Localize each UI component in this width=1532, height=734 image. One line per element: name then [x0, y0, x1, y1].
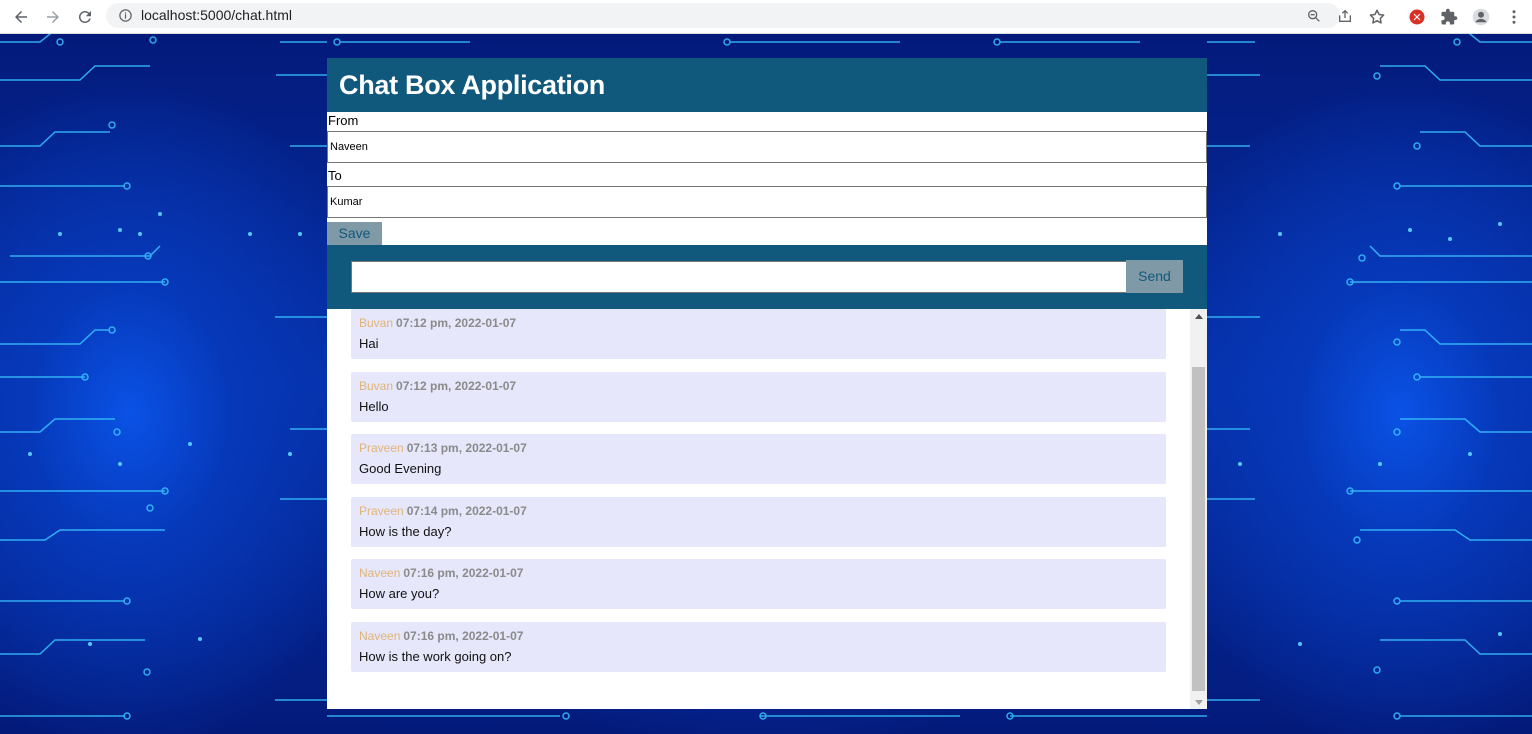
message-item: Praveen 07:13 pm, 2022-01-07 Good Evening	[351, 434, 1166, 484]
to-input[interactable]	[327, 186, 1207, 218]
message-text: How are you?	[359, 586, 440, 601]
message-item: Naveen 07:16 pm, 2022-01-07 How are you?	[351, 559, 1166, 609]
star-icon	[1369, 9, 1385, 24]
app-header: Chat Box Application	[327, 58, 1207, 112]
from-input[interactable]	[327, 131, 1207, 163]
app-title: Chat Box Application	[339, 69, 606, 100]
extensions-button[interactable]	[1437, 5, 1461, 29]
forward-button[interactable]	[40, 4, 66, 30]
message-time: 07:13 pm, 2022-01-07	[406, 441, 527, 455]
zoom-button[interactable]	[1304, 6, 1324, 26]
message-meta: Buvan 07:12 pm, 2022-01-07	[359, 379, 516, 393]
from-label: From	[328, 113, 359, 128]
chat-box-card: Chat Box Application From To Save Send B…	[327, 58, 1207, 709]
browser-toolbar: localhost:5000/chat.html	[0, 0, 1532, 34]
scroll-down-button[interactable]	[1190, 695, 1207, 709]
message-meta: Praveen 07:14 pm, 2022-01-07	[359, 504, 527, 518]
menu-button[interactable]	[1502, 5, 1526, 29]
info-icon[interactable]	[118, 8, 133, 23]
message-sender: Praveen	[359, 504, 404, 518]
message-item: Naveen 07:16 pm, 2022-01-07 How is the wo…	[351, 622, 1166, 672]
scroll-thumb[interactable]	[1192, 367, 1205, 691]
caret-down-icon	[1194, 699, 1203, 705]
message-meta: Buvan 07:12 pm, 2022-01-07	[359, 316, 516, 330]
back-button[interactable]	[8, 4, 34, 30]
scroll-up-button[interactable]	[1190, 309, 1207, 323]
extension-red-button[interactable]	[1405, 5, 1429, 29]
message-time: 07:16 pm, 2022-01-07	[403, 566, 524, 580]
avatar-icon	[1472, 8, 1490, 26]
bookmark-button[interactable]	[1365, 5, 1389, 29]
zoom-out-icon	[1308, 10, 1320, 22]
message-meta: Naveen 07:16 pm, 2022-01-07	[359, 566, 523, 580]
message-text: How is the work going on?	[359, 649, 512, 664]
arrow-right-icon	[47, 11, 59, 23]
message-meta: Praveen 07:13 pm, 2022-01-07	[359, 441, 527, 455]
caret-up-icon	[1194, 313, 1203, 319]
address-bar[interactable]: localhost:5000/chat.html	[106, 3, 1351, 28]
message-text: Hello	[359, 399, 389, 414]
send-button[interactable]: Send	[1126, 260, 1183, 293]
message-sender: Naveen	[359, 629, 401, 643]
message-sender: Buvan	[359, 379, 394, 393]
message-item: Praveen 07:14 pm, 2022-01-07 How is the d…	[351, 497, 1166, 547]
save-button[interactable]: Save	[327, 222, 382, 245]
message-input[interactable]	[351, 261, 1127, 293]
message-sender: Praveen	[359, 441, 404, 455]
puzzle-icon	[1441, 8, 1458, 25]
message-sender: Buvan	[359, 316, 394, 330]
profile-button[interactable]	[1469, 5, 1493, 29]
message-time: 07:14 pm, 2022-01-07	[406, 504, 527, 518]
share-icon	[1339, 9, 1351, 22]
to-label: To	[328, 168, 342, 183]
message-list[interactable]: Buvan 07:12 pm, 2022-01-07 Hai Buvan 07:12…	[327, 309, 1207, 709]
compose-bar: Send	[327, 245, 1207, 309]
message-sender: Naveen	[359, 566, 401, 580]
message-item: Buvan 07:12 pm, 2022-01-07 Hai	[351, 309, 1166, 359]
url-text: localhost:5000/chat.html	[141, 7, 292, 23]
message-time: 07:16 pm, 2022-01-07	[403, 629, 524, 643]
reload-icon	[78, 10, 91, 23]
message-time: 07:12 pm, 2022-01-07	[396, 316, 517, 330]
message-scrollbar[interactable]	[1190, 309, 1207, 709]
extension-badge-icon	[1409, 9, 1425, 25]
message-meta: Naveen 07:16 pm, 2022-01-07	[359, 629, 523, 643]
arrow-left-icon	[15, 11, 27, 23]
message-item: Buvan 07:12 pm, 2022-01-07 Hello	[351, 372, 1166, 422]
message-text: Hai	[359, 336, 379, 351]
message-text: Good Evening	[359, 461, 442, 476]
kebab-menu-icon	[1512, 10, 1516, 24]
message-time: 07:12 pm, 2022-01-07	[396, 379, 517, 393]
share-button[interactable]	[1335, 6, 1355, 26]
reload-button[interactable]	[72, 4, 98, 30]
message-text: How is the day?	[359, 524, 452, 539]
